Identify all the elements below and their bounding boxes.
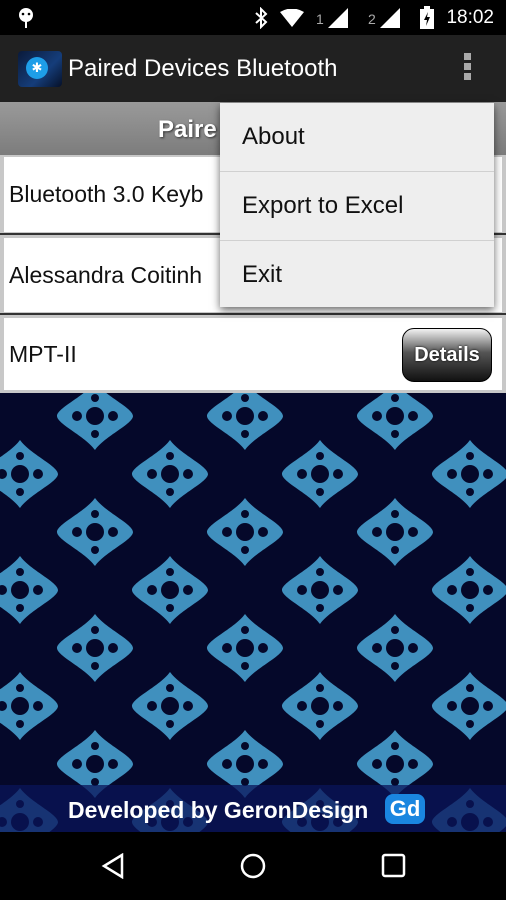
bluetooth-icon: ✱ [26, 57, 48, 79]
navigation-bar [0, 832, 506, 900]
wifi-icon [280, 9, 304, 27]
overflow-menu: About Export to Excel Exit [220, 103, 494, 307]
developer-logo: Gd [385, 794, 425, 824]
list-header-title: Paire [158, 116, 217, 143]
home-icon[interactable] [240, 853, 266, 879]
battery-charging-icon [420, 6, 434, 29]
menu-item-label: Export to Excel [242, 192, 404, 219]
back-icon[interactable] [100, 853, 126, 879]
menu-item-label: About [242, 123, 305, 150]
menu-item-export-excel[interactable]: Export to Excel [220, 172, 494, 241]
status-bar: 1 2 18:02 [0, 0, 506, 35]
menu-item-exit[interactable]: Exit [220, 241, 494, 309]
signal-icon [380, 8, 400, 28]
clock: 18:02 [446, 7, 494, 28]
menu-item-label: Exit [242, 261, 283, 288]
divider [0, 313, 506, 315]
signal-icon [328, 8, 348, 28]
list-item[interactable]: MPT-II Details [4, 318, 502, 390]
developer-footer: Developed by GeronDesign Gd [0, 785, 506, 832]
menu-item-about[interactable]: About [220, 103, 494, 172]
android-debug-icon [19, 8, 33, 28]
sim2-label: 2 [368, 11, 376, 27]
app-title: Paired Devices Bluetooth [68, 55, 338, 82]
device-name: Alessandra Coitinh [9, 262, 203, 288]
bluetooth-icon [255, 7, 268, 29]
action-bar: ✱ Paired Devices Bluetooth [0, 35, 506, 102]
details-button[interactable]: Details [402, 328, 492, 382]
device-name: MPT-II [9, 341, 77, 367]
footer-text: Developed by GeronDesign [68, 797, 369, 823]
sim1-label: 1 [316, 11, 324, 27]
device-name: Bluetooth 3.0 Keyb [9, 181, 204, 207]
app-logo: ✱ [18, 51, 62, 87]
damask-background [0, 393, 506, 832]
more-vert-icon[interactable] [464, 53, 472, 83]
recents-icon[interactable] [381, 853, 407, 879]
